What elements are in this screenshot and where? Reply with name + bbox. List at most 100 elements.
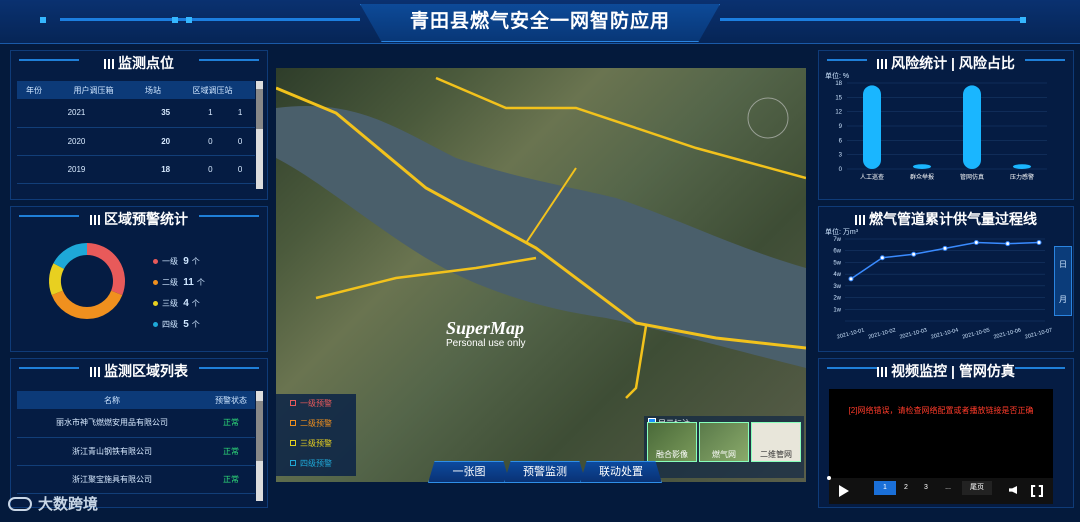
col-header: 用户调压箱 (51, 81, 136, 99)
header-dot (186, 17, 192, 23)
table-row[interactable]: 2020 20 0 0 (17, 127, 255, 156)
scrollbar[interactable] (256, 81, 263, 189)
x-tick-label: 压力感警 (1010, 173, 1034, 181)
page-3[interactable]: 3 (916, 481, 936, 495)
supply-point[interactable] (848, 276, 854, 282)
brand-text: 大数跨境 (38, 496, 99, 513)
x-tick-label: 2021-10-02 (868, 327, 897, 340)
risk-bar[interactable] (963, 85, 981, 169)
warning-icon (290, 460, 296, 466)
risk-bar[interactable] (1013, 164, 1031, 169)
table-cell: 丽水市神飞燃燃安用品有限公司 (17, 409, 207, 438)
warning-icon (290, 420, 296, 426)
toggle-month[interactable]: 月 (1055, 282, 1071, 317)
fullscreen-icon[interactable] (1031, 485, 1043, 497)
table-body: 2021 35 1 1 2020 20 0 0 2019 18 0 0 (17, 99, 255, 184)
volume-icon[interactable] (1009, 486, 1017, 494)
tab-one-map[interactable]: 一张图 (428, 461, 510, 483)
table-cell: 35 (135, 99, 196, 128)
x-tick-label: 2021-10-01 (836, 327, 865, 340)
x-tick-label: 2021-10-06 (993, 327, 1022, 340)
legend-unit: 个 (196, 278, 205, 287)
legend-dot (153, 280, 158, 285)
y-tick-label: 2w (833, 296, 841, 302)
donut-slice (49, 263, 65, 296)
scrollbar[interactable] (256, 391, 263, 501)
x-tick-label: 2021-10-04 (930, 327, 959, 340)
legend-label: 一级 (162, 257, 178, 266)
map-legend-label: 三级预警 (300, 439, 332, 448)
header-deco-left (60, 18, 360, 21)
tab-warning-monitor[interactable]: 预警监测 (504, 461, 586, 483)
supply-point[interactable] (942, 245, 948, 251)
legend-unit: 个 (191, 299, 200, 308)
y-tick-label: 15 (835, 95, 842, 101)
map-legend-label: 四级预警 (300, 459, 332, 468)
warning-legend-item: 四级 5个 (153, 314, 233, 335)
supply-point[interactable] (1005, 241, 1011, 247)
thumb-2d-network[interactable]: 二维管网 (751, 422, 801, 462)
table-row[interactable]: 2021 35 1 1 (17, 99, 255, 128)
legend-dot (153, 301, 158, 306)
area-list-title-text: 监测区域列表 (104, 363, 188, 379)
gas-pipeline (625, 325, 648, 399)
y-tick-label: 7w (833, 237, 841, 243)
risk-bar-chart: 0 3 6 9 12 15 18 人工巡查 群众举报 管网仿真 压力感警 (835, 81, 1047, 181)
y-tick-label: 18 (835, 81, 842, 87)
monitor-panel: 监测点位 年份 用户调压箱 场站 区域调压站 2021 35 1 1 2020 20 0 0 2019… (10, 50, 268, 200)
supply-point[interactable] (1036, 240, 1042, 246)
thumb-fusion[interactable]: 融合影像 (647, 422, 697, 462)
supply-point[interactable] (973, 240, 979, 246)
y-tick-label: 1w (833, 307, 841, 313)
y-tick-label: 9 (839, 124, 843, 130)
y-tick-label: 4w (833, 272, 841, 278)
warning-donut-chart (49, 243, 125, 319)
table-cell: 0 (195, 155, 226, 184)
table-row[interactable]: 2019 18 0 0 (17, 155, 255, 184)
y-tick-label: 12 (835, 110, 842, 116)
page-2[interactable]: 2 (896, 481, 916, 495)
map-legend: 一级预警 二级预警三级预警四级预警 (276, 394, 356, 476)
map-legend-item: 一级预警 (276, 394, 356, 414)
col-header: 场站 (136, 81, 170, 99)
col-header: 区域调压站 (170, 81, 255, 99)
page-last[interactable]: 尾页 (962, 481, 992, 495)
donut-slice (53, 243, 88, 270)
tab-linkage[interactable]: 联动处置 (580, 461, 662, 483)
page-1[interactable]: 1 (874, 481, 896, 495)
risk-bar[interactable] (863, 85, 881, 169)
donut-slice (51, 290, 123, 319)
map-legend-item: 二级预警 (276, 414, 356, 434)
y-tick-label: 3w (833, 284, 841, 290)
map-watermark: SuperMap (446, 318, 525, 338)
table-cell: 浙江聚宝施具有限公司 (17, 465, 207, 494)
thumb-label: 融合影像 (656, 450, 688, 459)
table-row[interactable]: 浙江青山钢铁有限公司 正常 (17, 437, 255, 466)
header-dot (1020, 17, 1026, 23)
legend-count: 9 (183, 256, 189, 267)
table-header: 年份 用户调压箱 场站 区域调压站 (17, 81, 255, 99)
supply-point[interactable] (879, 255, 885, 261)
bar-chart-icon (877, 59, 888, 69)
progress-handle[interactable] (827, 476, 831, 480)
river (276, 106, 806, 368)
table-cell: 2019 (17, 155, 136, 184)
table-cell: 1 (225, 99, 255, 128)
compass-icon[interactable] (747, 97, 789, 139)
risk-bar[interactable] (913, 164, 931, 169)
thumb-gas-network[interactable]: 燃气网 (699, 422, 749, 462)
monitor-title-text: 监测点位 (118, 55, 174, 71)
legend-count: 4 (183, 298, 189, 309)
y-tick-label: 3 (839, 153, 843, 159)
supply-point[interactable] (911, 251, 917, 257)
header-deco-right (720, 18, 1020, 21)
header-dot (40, 17, 46, 23)
table-row[interactable]: 丽水市神飞燃燃安用品有限公司 正常 (17, 409, 255, 438)
toggle-day[interactable]: 日 (1055, 247, 1071, 282)
play-icon[interactable] (839, 485, 849, 497)
table-cell: 正常 (207, 437, 255, 466)
table-row[interactable]: 浙江聚宝施具有限公司 正常 (17, 465, 255, 494)
bar-chart-icon (90, 367, 100, 377)
legend-unit: 个 (191, 257, 200, 266)
table-cell: 0 (225, 155, 255, 184)
